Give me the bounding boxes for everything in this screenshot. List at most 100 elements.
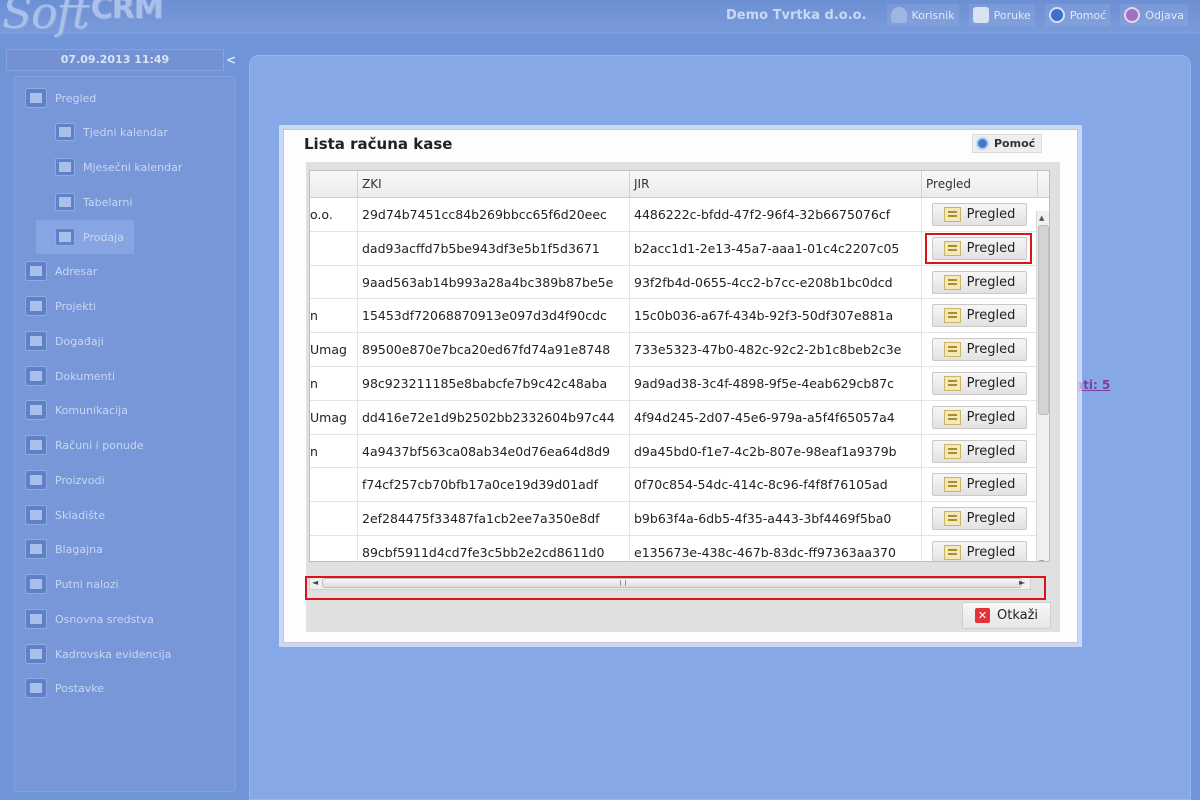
sidebar-item-pregled[interactable]: Pregled bbox=[25, 83, 96, 113]
sidebar-item-skladiste[interactable]: Skladište bbox=[25, 500, 105, 530]
sidebar-item-putni-nalozi[interactable]: Putni nalozi bbox=[25, 569, 119, 599]
pregled-button-label: Pregled bbox=[966, 342, 1016, 358]
projects-icon bbox=[25, 296, 47, 316]
logout-link[interactable]: Odjava bbox=[1120, 4, 1188, 26]
pregled-button[interactable]: Pregled bbox=[932, 405, 1027, 429]
sidebar-item-tabelarni[interactable]: Tabelarni bbox=[55, 187, 133, 217]
table-row[interactable]: o.o. 29d74b7451cc84b269bbcc65f6d20eec 4486… bbox=[310, 198, 1038, 232]
pregled-cell: Pregled bbox=[922, 401, 1038, 434]
pregled-cell: Pregled bbox=[922, 468, 1038, 501]
background-link[interactable]: ati: 5 bbox=[1075, 378, 1110, 392]
sidebar-item-racuni-i-ponude[interactable]: Računi i ponude bbox=[25, 430, 144, 460]
zki-cell: 89cbf5911d4cd7fe3c5bb2e2cd8611d0 bbox=[358, 535, 630, 561]
info-icon bbox=[976, 137, 989, 150]
top-links: Korisnik Poruke Pomoć Odjava bbox=[886, 4, 1188, 26]
pregled-button[interactable]: Pregled bbox=[932, 540, 1027, 561]
sidebar-item-label: Skladište bbox=[55, 508, 105, 522]
document-icon bbox=[943, 274, 961, 290]
jir-cell: 733e5323-47b0-482c-92c2-2b1c8beb2c3e bbox=[630, 333, 922, 367]
horizontal-scrollbar[interactable]: ◄ ► bbox=[309, 576, 1031, 590]
user-link[interactable]: Korisnik bbox=[886, 4, 959, 26]
messages-link[interactable]: Poruke bbox=[968, 4, 1035, 26]
sidebar-item-label: Komunikacija bbox=[55, 403, 128, 417]
sidebar-item-label: Postavke bbox=[55, 681, 105, 695]
scroll-down-icon[interactable]: ▼ bbox=[1039, 559, 1044, 561]
zki-cell: 15453df72068870913e097d3d4f90cdc bbox=[358, 299, 630, 333]
cancel-button[interactable]: ✕ Otkaži bbox=[962, 602, 1051, 629]
horizontal-scroll-thumb[interactable] bbox=[322, 578, 1022, 588]
sidebar-item-label: Osnovna sredstva bbox=[55, 612, 154, 626]
vertical-scroll-thumb[interactable] bbox=[1038, 225, 1049, 415]
dialog-help-button[interactable]: Pomoć bbox=[972, 134, 1042, 153]
sidebar-item-dogadaji[interactable]: Događaji bbox=[25, 326, 104, 356]
products-icon bbox=[25, 470, 47, 490]
table-row[interactable]: f74cf257cb70bfb17a0ce19d39d01adf 0f70c854… bbox=[310, 468, 1038, 503]
sidebar-item-osnovna-sredstva[interactable]: Osnovna sredstva bbox=[25, 604, 154, 634]
pregled-button[interactable]: Pregled bbox=[932, 270, 1027, 294]
scroll-left-icon[interactable]: ◄ bbox=[312, 578, 318, 587]
sidebar-collapse-button[interactable]: < bbox=[224, 49, 238, 71]
pregled-button-label: Pregled bbox=[966, 308, 1016, 324]
vertical-scrollbar[interactable]: ▲ ▼ bbox=[1036, 211, 1049, 561]
sidebar-item-kadrovska-evidencija[interactable]: Kadrovska evidencija bbox=[25, 639, 171, 669]
table-header: ZKI JIR Pregled bbox=[310, 171, 1049, 198]
sidebar-item-komunikacija[interactable]: Komunikacija bbox=[25, 395, 128, 425]
column-header-jir[interactable]: JIR bbox=[630, 171, 922, 198]
sidebar-item-projekti[interactable]: Projekti bbox=[25, 291, 96, 321]
pregled-button[interactable]: Pregled bbox=[932, 439, 1027, 463]
column-header-zki[interactable]: ZKI bbox=[358, 171, 630, 198]
table-row[interactable]: n 15453df72068870913e097d3d4f90cdc 15c0b03… bbox=[310, 299, 1038, 334]
table-row[interactable]: 9aad563ab14b993a28a4bc389b87be5e 93f2fb4d… bbox=[310, 265, 1038, 300]
jir-cell: 4f94d245-2d07-45e6-979a-a5f4f65057a4 bbox=[630, 400, 922, 434]
sidebar-item-mjesecni-kalendar[interactable]: Mjesečni kalendar bbox=[55, 152, 182, 182]
table-row[interactable]: 89cbf5911d4cd7fe3c5bb2e2cd8611d0 e135673e… bbox=[310, 535, 1038, 561]
sidebar-item-adresar[interactable]: Adresar bbox=[25, 256, 97, 286]
partial-cell bbox=[310, 265, 358, 299]
sidebar-item-postavke[interactable]: Postavke bbox=[25, 673, 104, 703]
pregled-button[interactable]: Pregled bbox=[932, 338, 1027, 362]
zki-cell: f74cf257cb70bfb17a0ce19d39d01adf bbox=[358, 468, 630, 502]
pregled-button[interactable]: Pregled bbox=[932, 473, 1027, 497]
sidebar-item-label: Projekti bbox=[55, 299, 97, 313]
zki-cell: 4a9437bf563ca08ab34e0d76ea64d8d9 bbox=[358, 434, 630, 468]
communication-icon bbox=[25, 400, 47, 420]
table-row[interactable]: Umag dd416e72e1d9b2502bb2332604b97c44 4f94… bbox=[310, 400, 1038, 435]
column-header-pregled[interactable]: Pregled bbox=[922, 171, 1038, 198]
table-row[interactable]: n 4a9437bf563ca08ab34e0d76ea64d8d9 d9a45bd… bbox=[310, 434, 1038, 469]
close-icon: ✕ bbox=[974, 608, 990, 623]
pregled-button[interactable]: Pregled bbox=[932, 304, 1027, 328]
pregled-button[interactable]: Pregled bbox=[932, 371, 1027, 395]
sidebar-item-label: Računi i ponude bbox=[55, 438, 144, 452]
table-row[interactable]: n 98c923211185e8babcfe7b9c42c48aba 9ad9ad3… bbox=[310, 366, 1038, 401]
help-link[interactable]: Pomoć bbox=[1044, 4, 1111, 26]
document-icon bbox=[943, 240, 961, 256]
sidebar-item-prodaja[interactable]: Prodaja bbox=[36, 220, 134, 254]
document-icon bbox=[943, 443, 961, 459]
jir-cell: b2acc1d1-2e13-45a7-aaa1-01c4c2207c05 bbox=[630, 231, 922, 265]
sidebar-item-blagajna[interactable]: Blagajna bbox=[25, 534, 103, 564]
pregled-button[interactable]: Pregled bbox=[932, 507, 1027, 531]
scroll-right-icon[interactable]: ► bbox=[1019, 578, 1025, 587]
table-row[interactable]: dad93acffd7b5be943df3e5b1f5d3671 b2acc1d1… bbox=[310, 231, 1038, 266]
pregled-button-label: Pregled bbox=[966, 207, 1016, 222]
table-row[interactable]: Umag 89500e870e7bca20ed67fd74a91e8748 733e… bbox=[310, 333, 1038, 367]
document-icon bbox=[943, 342, 961, 358]
user-link-label: Korisnik bbox=[911, 8, 955, 22]
document-icon bbox=[943, 375, 961, 391]
zki-cell: 29d74b7451cc84b269bbcc65f6d20eec bbox=[358, 198, 630, 231]
table-row[interactable]: 2ef284475f33487fa1cb2ee7a350e8df b9b63f4a… bbox=[310, 502, 1038, 536]
sidebar-item-label: Pregled bbox=[55, 91, 97, 105]
zki-cell: dad93acffd7b5be943df3e5b1f5d3671 bbox=[358, 231, 630, 265]
partial-cell bbox=[310, 535, 358, 561]
chart-icon bbox=[55, 228, 75, 246]
pregled-button[interactable]: Pregled bbox=[932, 203, 1027, 226]
sidebar-item-proizvodi[interactable]: Proizvodi bbox=[25, 465, 105, 495]
column-header-partial[interactable] bbox=[310, 171, 358, 198]
sidebar-item-tjedni-kalendar[interactable]: Tjedni kalendar bbox=[55, 117, 168, 147]
top-bar: SoftCRM Demo Tvrtka d.o.o. Korisnik Poru… bbox=[0, 0, 1200, 39]
pregled-button[interactable]: Pregled bbox=[932, 236, 1027, 260]
pregled-cell: Pregled bbox=[922, 333, 1038, 366]
scroll-up-icon[interactable]: ▲ bbox=[1039, 214, 1044, 222]
partial-cell: Umag bbox=[310, 400, 358, 434]
sidebar-item-dokumenti[interactable]: Dokumenti bbox=[25, 361, 115, 391]
